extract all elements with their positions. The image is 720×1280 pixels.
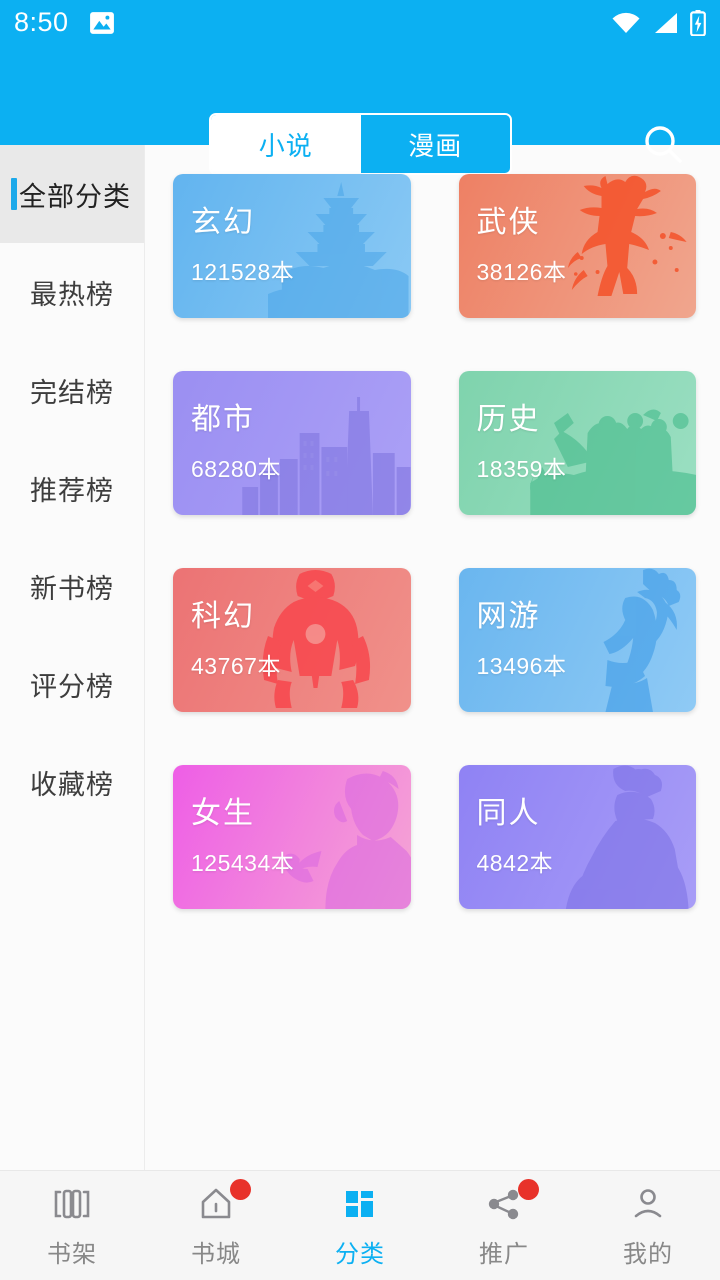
category-title: 同人 (476, 797, 541, 830)
category-count: 43767本 (191, 653, 281, 679)
category-title: 历史 (476, 403, 541, 436)
category-card-history[interactable]: 历史 18359本 (458, 371, 696, 515)
category-title: 武侠 (476, 206, 541, 239)
nav-item-profile[interactable]: 我的 (576, 1171, 720, 1280)
share-icon (481, 1178, 539, 1225)
category-count: 68280本 (191, 456, 281, 482)
battery-charging-icon (690, 9, 706, 36)
status-system-icons (611, 9, 706, 36)
sidebar-item-all-categories[interactable]: 全部分类 (0, 145, 144, 243)
category-card-scifi[interactable]: 科幻 43767本 (173, 568, 411, 712)
category-count: 121528本 (191, 259, 295, 285)
category-card-xuanhuan[interactable]: 玄幻 121528本 (173, 174, 411, 318)
category-card-fanfic[interactable]: 同人 4842本 (458, 765, 697, 909)
category-count: 125434本 (191, 850, 295, 876)
category-title: 玄幻 (191, 206, 255, 239)
signal-icon (652, 11, 679, 35)
category-count: 4842本 (476, 850, 554, 876)
nav-label: 我的 (623, 1240, 673, 1268)
dress-figure-silhouette (459, 765, 697, 909)
nav-label: 推广 (479, 1240, 529, 1268)
app-root: 8:50 小说 漫画 全部分类 最热榜 完结榜 推荐榜 新书榜 评分榜 收藏榜 … (0, 0, 720, 1280)
category-count: 13496本 (476, 653, 567, 679)
sidebar-item-favorites[interactable]: 收藏榜 (0, 733, 144, 831)
category-card-wuxia[interactable]: 武侠 38126本 (458, 174, 697, 318)
sidebar-item-label: 最热榜 (30, 279, 114, 310)
nav-label: 分类 (335, 1240, 385, 1268)
category-sidebar: 全部分类 最热榜 完结榜 推荐榜 新书榜 评分榜 收藏榜 (0, 145, 145, 1170)
sidebar-item-label: 推荐榜 (30, 475, 114, 506)
main-body: 全部分类 最热榜 完结榜 推荐榜 新书榜 评分榜 收藏榜 玄幻 121528本 … (0, 145, 720, 1170)
bookshelf-icon (49, 1183, 95, 1225)
app-bar: 小说 漫画 (0, 45, 720, 175)
status-clock: 8:50 (14, 7, 69, 37)
notification-badge (518, 1178, 539, 1200)
nav-item-categories[interactable]: 分类 (288, 1171, 432, 1280)
wifi-icon (611, 11, 641, 35)
category-card-online-game[interactable]: 网游 13496本 (458, 568, 697, 712)
sidebar-item-label: 全部分类 (19, 181, 131, 212)
content-type-segmented-control[interactable]: 小说 漫画 (209, 113, 512, 175)
category-title: 都市 (191, 403, 255, 436)
category-count: 38126本 (476, 259, 567, 285)
search-icon (641, 122, 687, 168)
sidebar-active-indicator (11, 178, 17, 210)
person-icon (625, 1183, 671, 1225)
category-title: 网游 (476, 600, 541, 633)
sidebar-item-label: 评分榜 (30, 671, 114, 702)
bottom-navigation: 书架 书城 分类 推广 我的 (0, 1170, 720, 1280)
sidebar-item-label: 收藏榜 (30, 769, 114, 800)
girl-flower-silhouette (173, 765, 411, 909)
robot-silhouette (173, 568, 411, 712)
home-icon (193, 1178, 251, 1225)
sidebar-item-label: 完结榜 (30, 377, 114, 408)
nav-item-promotion[interactable]: 推广 (432, 1171, 576, 1280)
category-title: 女生 (191, 797, 255, 830)
sidebar-item-new-books[interactable]: 新书榜 (0, 537, 144, 635)
segment-tab-comic[interactable]: 漫画 (360, 115, 510, 173)
warrior-silhouette (459, 174, 697, 318)
category-title: 科幻 (191, 600, 255, 633)
sidebar-item-completed[interactable]: 完结榜 (0, 341, 144, 439)
nav-item-bookshelf[interactable]: 书架 (0, 1171, 144, 1280)
sidebar-item-recommended[interactable]: 推荐榜 (0, 439, 144, 537)
nav-label: 书城 (191, 1240, 241, 1268)
category-card-female[interactable]: 女生 125434本 (173, 765, 411, 909)
grid-icon (337, 1183, 383, 1225)
photo-icon (89, 11, 115, 35)
nav-item-bookstore[interactable]: 书城 (144, 1171, 288, 1280)
soldiers-cannon-silhouette (459, 371, 696, 515)
category-card-urban[interactable]: 都市 68280本 (173, 371, 411, 515)
search-button[interactable] (634, 115, 694, 175)
category-count: 18359本 (476, 456, 567, 482)
gamer-silhouette (459, 568, 697, 712)
sidebar-item-rating[interactable]: 评分榜 (0, 635, 144, 733)
status-bar: 8:50 (0, 0, 720, 45)
notification-badge (230, 1178, 251, 1200)
status-notification-icons (89, 11, 115, 35)
category-grid: 玄幻 121528本 武侠 38126本 都市 68280本 历史 18359本… (145, 145, 720, 1170)
pagoda-silhouette (173, 174, 411, 318)
nav-label: 书架 (47, 1240, 97, 1268)
city-skyline-silhouette (173, 371, 411, 515)
sidebar-item-hottest[interactable]: 最热榜 (0, 243, 144, 341)
sidebar-item-label: 新书榜 (30, 573, 114, 604)
segment-tab-novel[interactable]: 小说 (211, 115, 361, 173)
